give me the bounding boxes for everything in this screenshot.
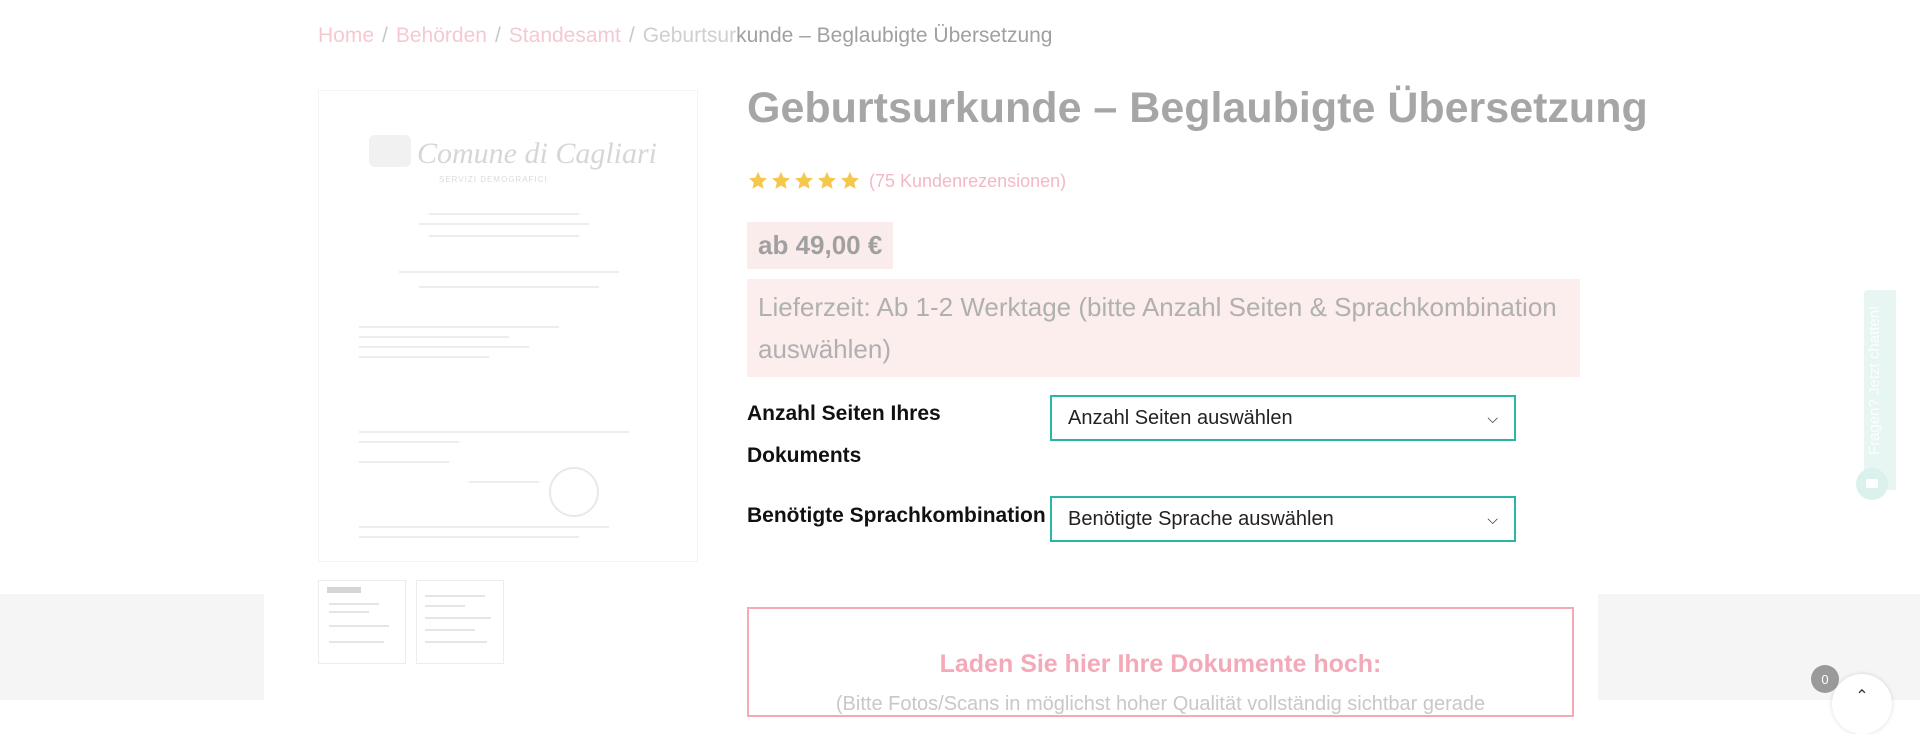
breadcrumb-current-end: kunde – Beglaubigte Übersetzung [736,24,1053,47]
chevron-up-icon: ⌃ [1855,688,1869,705]
star-icon [818,171,836,189]
breadcrumb-separator: / [382,24,388,47]
chat-tab-label[interactable]: Fragen? Jetzt chatten! [1866,300,1894,460]
breadcrumb-current-start: Geburtsur [642,24,737,47]
pages-select[interactable]: Anzahl Seiten auswählen ⌵ [1050,395,1516,441]
upload-section[interactable]: Laden Sie hier Ihre Dokumente hoch: (Bit… [747,607,1574,717]
pages-label-line1: Anzahl Seiten Ihres [747,402,941,425]
star-rating [747,170,861,192]
star-icon [772,171,790,189]
product-price: ab 49,00 € [747,222,894,269]
reviews-link[interactable]: (75 Kundenrezensionen) [869,171,1066,192]
gallery-thumbnails [318,580,504,664]
chevron-down-icon: ⌵ [1487,409,1498,426]
star-icon [749,171,767,189]
upload-title: Laden Sie hier Ihre Dokumente hoch: [939,650,1382,678]
breadcrumb-separator: / [494,24,501,47]
scroll-to-top-button[interactable]: ⌃ [1832,674,1892,734]
delivery-time-notice: Lieferzeit: Ab 1-2 Werktage (bitte Anzah… [747,279,1580,377]
breadcrumb-behoerden[interactable]: Behörden [396,24,487,47]
document-preview: Comune di Cagliari SERVIZI DEMOGRAFICI [359,131,657,541]
product-title: Geburtsurkunde – Beglaubigte Übersetzung [747,84,1648,132]
chat-bubble-icon[interactable] [1856,468,1888,500]
gallery-thumbnail[interactable] [318,580,406,664]
document-subtitle: SERVIZI DEMOGRAFICI [439,175,548,184]
stamp-seal [549,467,599,517]
language-select[interactable]: Benötigte Sprache auswählen ⌵ [1050,496,1516,542]
document-title: Comune di Cagliari [417,137,658,170]
breadcrumb-home[interactable]: Home [318,24,374,47]
language-select-value: Benötigte Sprache auswählen [1068,507,1334,530]
chevron-down-icon: ⌵ [1487,510,1498,527]
pages-select-value: Anzahl Seiten auswählen [1068,406,1293,429]
star-icon [795,171,813,189]
upload-instructions: (Bitte Fotos/Scans in möglichst hoher Qu… [835,693,1486,715]
pages-label: Anzahl Seiten Ihres Dokuments [747,393,941,477]
breadcrumb: Home / Behörden / Standesamt / Geburtsurkunde … [318,24,1053,48]
product-image[interactable]: Comune di Cagliari SERVIZI DEMOGRAFICI [318,90,698,562]
pages-label-line2: Dokuments [747,444,862,467]
star-icon [841,171,859,189]
breadcrumb-separator: / [628,24,635,47]
breadcrumb-standesamt[interactable]: Standesamt [509,24,621,47]
language-label: Benötigte Sprachkombination [747,504,1046,527]
crest-emblem [369,135,411,167]
gallery-thumbnail[interactable] [416,580,504,664]
product-rating: (75 Kundenrezensionen) [747,170,1066,192]
